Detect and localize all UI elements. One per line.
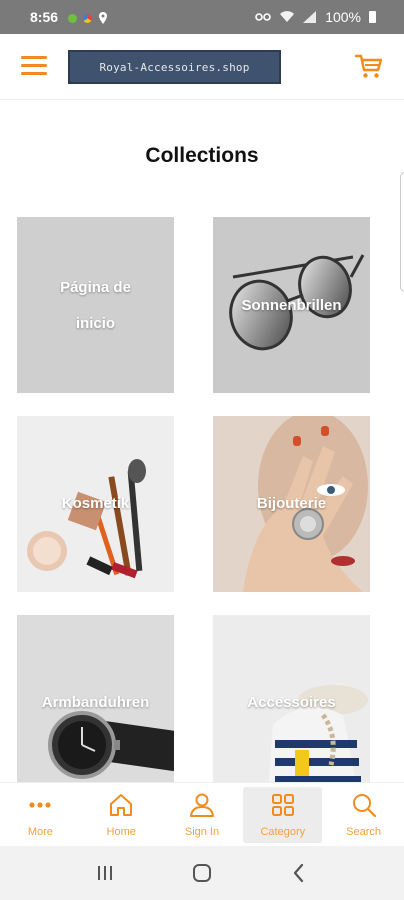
nav-label: Home	[106, 826, 136, 838]
collection-tile-armbanduhren[interactable]: Armbanduhren	[17, 615, 174, 791]
nav-search[interactable]: Search	[323, 783, 404, 846]
link-icon	[255, 13, 271, 21]
home-icon	[110, 794, 133, 816]
collection-tile-bijouterie[interactable]: Bijouterie	[213, 416, 370, 592]
recents-icon[interactable]	[90, 858, 120, 888]
hamburger-icon[interactable]	[21, 56, 47, 76]
page-title: Collections	[145, 144, 259, 167]
status-time: 8:56	[30, 9, 59, 25]
collection-tile-sonnenbrillen[interactable]: Sonnenbrillen	[213, 217, 370, 393]
grid-icon	[271, 794, 294, 816]
status-bar: 8:56 100%	[0, 0, 404, 34]
nav-label: More	[27, 826, 53, 838]
status-right: 100%	[255, 9, 376, 25]
scroll-handle[interactable]	[400, 172, 404, 292]
nav-category[interactable]: Category	[242, 783, 323, 846]
back-icon[interactable]	[284, 858, 314, 888]
collection-tile-pagina-de-inicio[interactable]: Página de inicio	[17, 217, 174, 393]
logo[interactable]: Royal-Accessoires.shop	[68, 50, 281, 84]
notification-dot-icon	[68, 13, 77, 23]
nav-label: Search	[346, 826, 382, 838]
collection-label: Página de	[60, 279, 131, 296]
collection-label: Sonnenbrillen	[241, 297, 342, 314]
collection-label: Accessoires	[247, 694, 336, 711]
home-circle-icon[interactable]	[187, 858, 217, 888]
nav-home[interactable]: Home	[81, 783, 162, 846]
wifi-icon	[280, 11, 295, 22]
location-icon	[99, 12, 107, 24]
collection-tile-accessoires[interactable]: Accessoires	[213, 615, 370, 791]
bottom-nav: More Home Sign In Category Search	[0, 782, 404, 846]
more-dots-icon	[29, 802, 51, 808]
search-icon	[352, 794, 376, 818]
user-icon	[189, 793, 214, 817]
nav-more[interactable]: More	[0, 783, 81, 846]
signal-icon	[303, 11, 317, 23]
collection-label-line2: inicio	[75, 315, 116, 332]
system-nav-bar	[0, 846, 404, 900]
collection-label: Kosmetik	[61, 495, 130, 512]
collection-label: Armbanduhren	[41, 694, 150, 711]
app-header: Royal-Accessoires.shop	[0, 34, 404, 100]
nav-sign-in[interactable]: Sign In	[162, 783, 243, 846]
battery-icon	[369, 11, 376, 23]
battery-percent: 100%	[325, 9, 361, 25]
notification-icons	[68, 12, 108, 24]
app-notification-icon	[83, 13, 92, 23]
collection-label: Bijouterie	[256, 495, 327, 512]
nav-label: Sign In	[184, 826, 220, 838]
nav-label: Category	[260, 826, 306, 838]
collection-tile-kosmetik[interactable]: Kosmetik	[17, 416, 174, 592]
cart-icon[interactable]	[354, 51, 384, 81]
